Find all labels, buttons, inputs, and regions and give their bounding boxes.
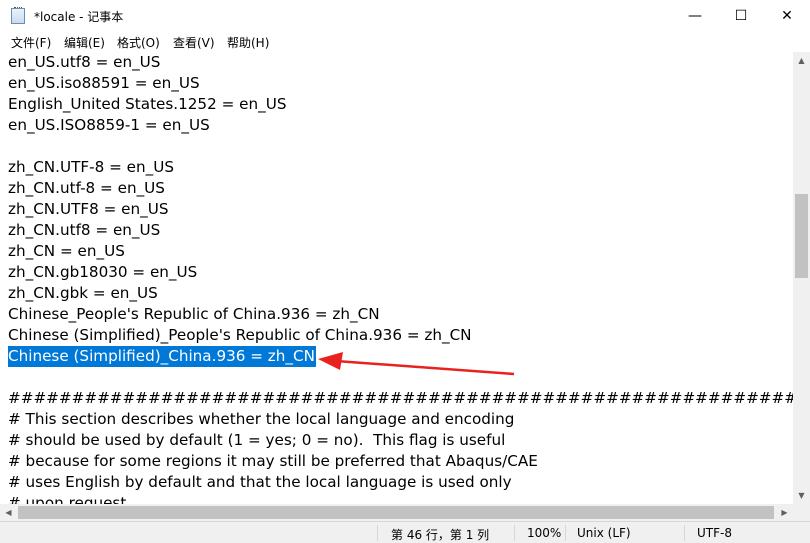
notepad-icon xyxy=(11,7,25,24)
text-line[interactable]: Chinese (Simplified)_People's Republic o… xyxy=(8,325,472,346)
title-bar: *locale - 记事本 — ☐ ✕ xyxy=(0,0,810,32)
scrollbar-corner xyxy=(793,504,810,521)
scroll-left-icon[interactable]: ◀ xyxy=(0,504,17,521)
scroll-up-icon[interactable]: ▲ xyxy=(793,52,810,69)
selected-text-line[interactable]: Chinese (Simplified)_China.936 = zh_CN xyxy=(8,346,316,367)
text-line[interactable]: # upon request. xyxy=(8,493,131,504)
menu-format[interactable]: 格式(O) xyxy=(117,34,160,51)
text-line[interactable]: en_US.iso88591 = en_US xyxy=(8,73,200,94)
text-line[interactable]: Chinese_People's Republic of China.936 =… xyxy=(8,304,380,325)
text-line[interactable]: zh_CN.UTF-8 = en_US xyxy=(8,157,174,178)
scroll-down-icon[interactable]: ▼ xyxy=(793,487,810,504)
text-line[interactable]: # because for some regions it may still … xyxy=(8,451,538,472)
minimize-button[interactable]: — xyxy=(672,0,718,32)
text-line[interactable]: ########################################… xyxy=(8,388,793,409)
text-editor[interactable]: en_US.utf8 = en_US en_US.iso88591 = en_US… xyxy=(0,52,793,504)
zoom-level: 100% xyxy=(527,526,562,540)
status-divider xyxy=(377,525,378,541)
menu-edit[interactable]: 编辑(E) xyxy=(64,34,105,51)
menu-view[interactable]: 查看(V) xyxy=(173,34,215,51)
close-icon: ✕ xyxy=(781,8,793,24)
status-divider xyxy=(565,525,566,541)
vertical-scroll-thumb[interactable] xyxy=(795,194,808,278)
vertical-scrollbar[interactable]: ▲ ▼ xyxy=(793,52,810,504)
window-title: *locale - 记事本 xyxy=(34,10,124,24)
text-line[interactable]: en_US.utf8 = en_US xyxy=(8,52,160,73)
encoding: UTF-8 xyxy=(697,526,732,540)
text-line[interactable]: zh_CN.UTF8 = en_US xyxy=(8,199,168,220)
cursor-position: 第 46 行，第 1 列 xyxy=(391,528,490,542)
text-line[interactable]: zh_CN = en_US xyxy=(8,241,125,262)
status-bar: 第 46 行，第 1 列 100% Unix (LF) UTF-8 xyxy=(0,521,810,543)
maximize-icon: ☐ xyxy=(734,8,748,24)
menu-file[interactable]: 文件(F) xyxy=(11,34,51,51)
horizontal-scrollbar[interactable]: ◀ ▶ xyxy=(0,504,793,521)
text-line[interactable]: English_United States.1252 = en_US xyxy=(8,94,286,115)
text-line[interactable]: # should be used by default (1 = yes; 0 … xyxy=(8,430,505,451)
maximize-button[interactable]: ☐ xyxy=(718,0,764,32)
text-line[interactable]: zh_CN.utf8 = en_US xyxy=(8,220,160,241)
horizontal-scroll-thumb[interactable] xyxy=(18,506,774,519)
text-line[interactable]: en_US.ISO8859-1 = en_US xyxy=(8,115,210,136)
line-ending: Unix (LF) xyxy=(577,526,631,540)
status-divider xyxy=(684,525,685,541)
scroll-right-icon[interactable]: ▶ xyxy=(776,504,793,521)
text-line[interactable]: # uses English by default and that the l… xyxy=(8,472,512,493)
menu-bar: 文件(F) 编辑(E) 格式(O) 查看(V) 帮助(H) xyxy=(0,32,810,52)
text-line[interactable]: zh_CN.utf-8 = en_US xyxy=(8,178,165,199)
status-divider xyxy=(514,525,515,541)
text-line[interactable]: zh_CN.gbk = en_US xyxy=(8,283,158,304)
text-line[interactable]: # This section describes whether the loc… xyxy=(8,409,514,430)
text-line[interactable]: zh_CN.gb18030 = en_US xyxy=(8,262,197,283)
minimize-icon: — xyxy=(688,8,702,24)
menu-help[interactable]: 帮助(H) xyxy=(227,34,269,51)
close-button[interactable]: ✕ xyxy=(764,0,810,32)
